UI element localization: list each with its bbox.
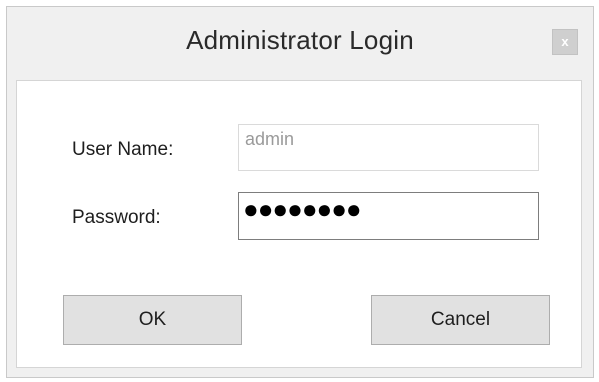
close-button[interactable]: x <box>552 29 578 55</box>
cancel-button[interactable]: Cancel <box>371 295 550 345</box>
login-dialog: Administrator Login x User Name: admin P… <box>6 6 594 378</box>
username-field[interactable]: admin <box>238 124 539 171</box>
title-bar[interactable]: Administrator Login x <box>7 7 593 77</box>
username-label: User Name: <box>72 139 174 160</box>
dialog-title: Administrator Login <box>186 25 414 55</box>
password-label: Password: <box>72 207 161 228</box>
password-field[interactable]: ●●●●●●●● <box>238 192 539 240</box>
login-form: User Name: admin Password: ●●●●●●●● OK C… <box>16 80 582 368</box>
ok-button[interactable]: OK <box>63 295 242 345</box>
close-icon: x <box>561 34 569 49</box>
